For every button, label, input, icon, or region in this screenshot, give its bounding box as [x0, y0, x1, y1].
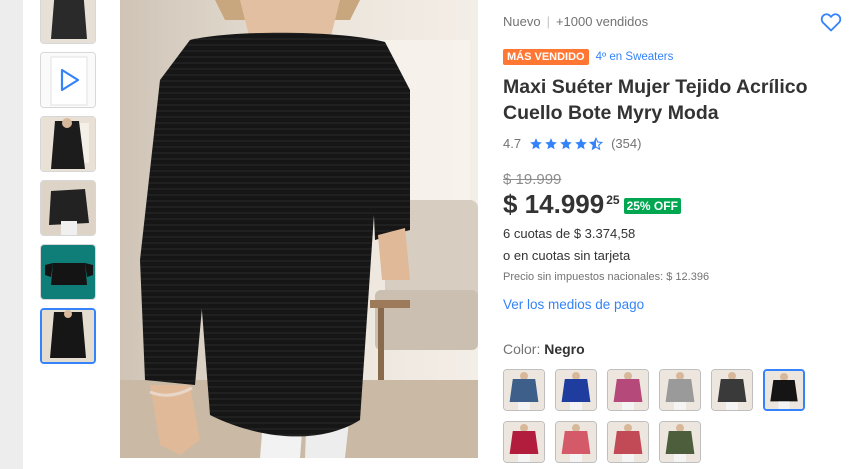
swatch-image	[608, 422, 648, 462]
thumbnail-4[interactable]	[40, 180, 96, 236]
color-swatch[interactable]	[503, 369, 545, 411]
image-thumbnail-icon	[41, 117, 95, 171]
condition-text: Nuevo	[503, 14, 541, 29]
color-swatch[interactable]	[607, 421, 649, 463]
thumbnail-5[interactable]	[40, 244, 96, 300]
image-thumbnail-icon	[41, 181, 95, 235]
color-swatch[interactable]	[659, 369, 701, 411]
review-count: (354)	[611, 136, 642, 151]
payment-methods-link[interactable]: Ver los medios de pago	[503, 297, 644, 312]
price-amount: $ 14.999	[503, 189, 605, 219]
swatch-image	[556, 370, 596, 410]
swatch-image	[608, 370, 648, 410]
swatch-image	[765, 371, 803, 409]
sweater-photo	[120, 0, 478, 458]
swatch-image	[660, 422, 700, 462]
image-thumbnail-icon	[41, 0, 95, 43]
color-swatch[interactable]	[503, 421, 545, 463]
rating-stars	[529, 136, 604, 151]
original-price: $ 19.999	[503, 171, 562, 188]
color-swatch[interactable]	[659, 421, 701, 463]
rating-value: 4.7	[503, 136, 522, 151]
separator: |	[546, 14, 550, 29]
thumbnail-gallery	[40, 0, 96, 372]
swatch-image	[712, 370, 752, 410]
color-swatch[interactable]	[711, 369, 753, 411]
play-video-icon	[41, 53, 95, 107]
tax-note: Precio sin impuestos nacionales: $ 12.39…	[503, 271, 710, 283]
star-full-icon	[575, 137, 587, 149]
image-thumbnail-icon	[41, 245, 95, 299]
category-ranking-link[interactable]: 4º en Sweaters	[596, 51, 674, 63]
star-full-icon	[545, 137, 557, 149]
color-label: Color:	[503, 341, 545, 357]
condition-sold-line: Nuevo | +1000 vendidos	[503, 14, 648, 29]
no-card-installments-text: o en cuotas sin tarjeta	[503, 248, 631, 263]
star-half-icon	[589, 136, 604, 150]
price-cents: 25	[606, 193, 620, 207]
swatch-image	[504, 370, 544, 410]
favorite-heart-icon[interactable]	[819, 10, 843, 34]
page-edge	[0, 0, 23, 469]
color-swatch[interactable]	[555, 369, 597, 411]
thumbnail-3[interactable]	[40, 116, 96, 172]
color-selector-label: Color: Negro	[503, 341, 585, 357]
star-full-icon	[560, 137, 572, 149]
color-swatch-selected[interactable]	[763, 369, 805, 411]
thumbnail-video[interactable]	[40, 52, 96, 108]
rating-row[interactable]: 4.7 (354)	[503, 136, 641, 151]
swatch-image	[504, 422, 544, 462]
color-swatch[interactable]	[607, 369, 649, 411]
image-thumbnail-icon	[42, 310, 94, 362]
current-price: $ 14.999 25 25% OFF	[503, 188, 681, 220]
installments-text: 6 cuotas de $ 3.374,58	[503, 226, 636, 241]
discount-badge: 25% OFF	[623, 198, 681, 214]
swatch-image	[556, 422, 596, 462]
selected-color-name: Negro	[544, 341, 585, 357]
thumbnail-1[interactable]	[40, 0, 96, 44]
main-product-image[interactable]	[120, 0, 478, 458]
sold-count: +1000 vendidos	[555, 14, 649, 29]
best-seller-badge: MÁS VENDIDO	[503, 49, 589, 65]
color-swatch[interactable]	[555, 421, 597, 463]
product-title: Maxi Suéter Mujer Tejido Acrílico Cuello…	[503, 76, 808, 124]
thumbnail-6-selected[interactable]	[40, 308, 96, 364]
badges-row: MÁS VENDIDO 4º en Sweaters	[503, 49, 673, 65]
star-full-icon	[530, 137, 542, 149]
swatch-image	[660, 370, 700, 410]
